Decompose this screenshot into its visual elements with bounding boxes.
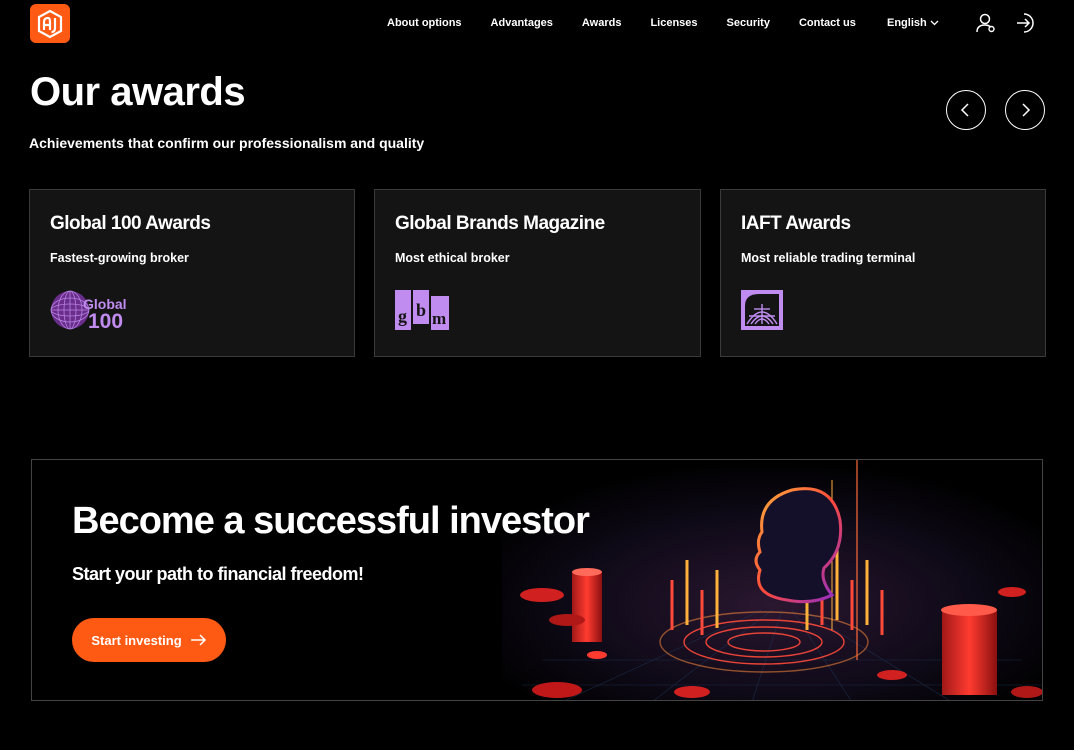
arrow-right-icon [190,634,206,646]
svg-text:b: b [416,300,426,320]
language-label: English [887,17,927,29]
nav-advantages[interactable]: Advantages [491,17,553,29]
nav-licenses[interactable]: Licenses [650,17,697,29]
award-card-subtitle: Most ethical broker [395,251,510,265]
user-icon [976,13,995,33]
page: About options Advantages Awards Licenses… [0,0,1074,750]
account-button[interactable] [975,12,997,34]
svg-text:100: 100 [88,310,123,330]
site-logo[interactable] [30,4,70,43]
chevron-down-icon [930,20,939,26]
arrow-right-icon [1022,103,1031,117]
award-card-title: IAFT Awards [741,213,851,234]
award-card-title: Global Brands Magazine [395,213,605,234]
award-card-title: Global 100 Awards [50,213,211,234]
global-100-logo: Global 100 [50,290,127,330]
banner-subtitle: Start your path to financial freedom! [72,564,364,584]
award-card-subtitle: Most reliable trading terminal [741,251,916,265]
award-card-global-100: Global 100 Awards Fastest-growing broker… [29,189,355,357]
nav-awards[interactable]: Awards [582,17,622,29]
start-investing-label: Start investing [91,632,182,648]
header: About options Advantages Awards Licenses… [0,0,1074,48]
investor-banner: Become a successful investor Start your … [31,459,1043,701]
aj-logo-icon [37,9,63,38]
carousel-next-button[interactable] [1005,90,1045,130]
banner-title: Become a successful investor [72,500,590,542]
svg-text:g: g [398,306,407,326]
carousel-prev-button[interactable] [946,90,986,130]
login-icon [1017,13,1034,33]
start-investing-button[interactable]: Start investing [72,618,226,662]
investor-head-illustration [502,460,1042,700]
login-button[interactable] [1015,12,1037,34]
iaft-logo [741,290,783,330]
svg-text:m: m [432,309,446,328]
arrow-left-icon [960,103,969,117]
nav-contact-us[interactable]: Contact us [799,17,856,29]
awards-subtitle: Achievements that confirm our profession… [29,135,425,151]
awards-title: Our awards [30,70,246,114]
nav-security[interactable]: Security [727,17,770,29]
nav-about-options[interactable]: About options [387,17,462,29]
award-card-global-brands: Global Brands Magazine Most ethical brok… [374,189,701,357]
language-selector[interactable]: English [887,17,939,29]
award-card-iaft: IAFT Awards Most reliable trading termin… [720,189,1046,357]
gbm-logo: g b m [395,290,449,330]
main-nav: About options Advantages Awards Licenses… [387,17,885,29]
award-card-subtitle: Fastest-growing broker [50,251,189,265]
